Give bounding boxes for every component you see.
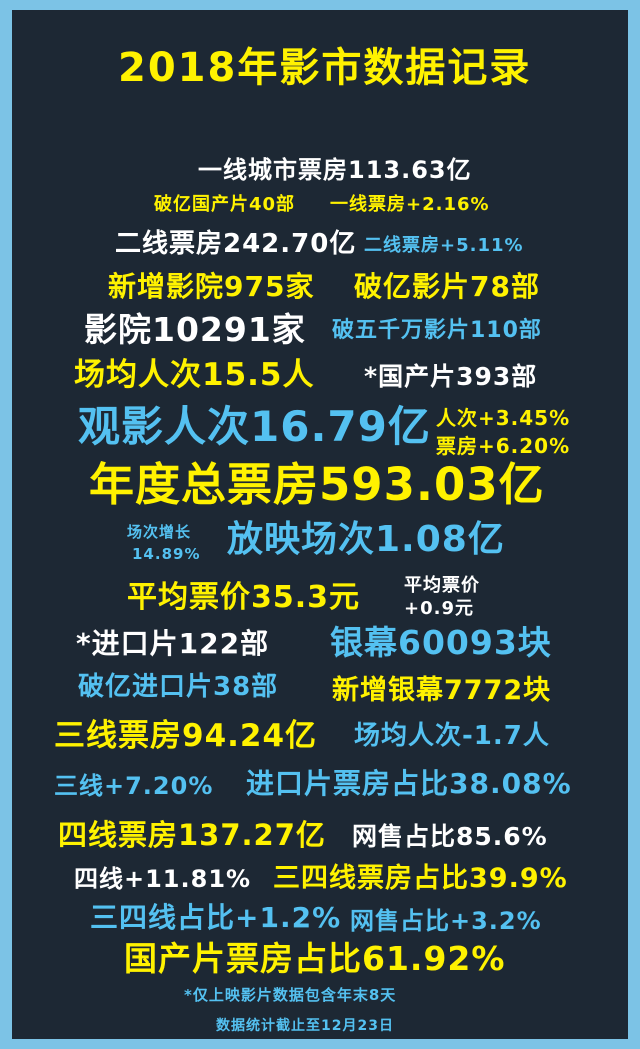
avg-attendance: 场均人次15.5人	[74, 357, 315, 393]
tier3-box-office: 三线票房94.24亿	[54, 718, 318, 754]
new-cinemas: 新增影院975家	[108, 270, 315, 303]
films-over-50m: 破五千万影片110部	[332, 318, 542, 343]
data-cutoff: 数据统计截止至12月23日	[216, 1018, 394, 1034]
tier1-box-office: 一线城市票房113.63亿	[198, 156, 472, 184]
tier34-share: 三四线票房占比39.9%	[273, 863, 568, 894]
imported-share: 进口片票房占比38.08%	[246, 767, 572, 800]
avg-ticket-price: 平均票价35.3元	[127, 580, 361, 615]
tier2-box-office: 二线票房242.70亿	[115, 229, 357, 259]
screens-total: 银幕60093块	[330, 623, 552, 662]
ticket-price-change-value: +0.9元	[404, 598, 474, 619]
admissions: 观影人次16.79亿	[78, 402, 431, 451]
imported-films: *进口片122部	[76, 627, 270, 660]
films-over-100m: 破亿影片78部	[354, 270, 540, 303]
attendance-change: 场均人次-1.7人	[354, 721, 550, 751]
new-screens: 新增银幕7772块	[332, 675, 552, 706]
infographic-poster: 2018年影市数据记录 一线城市票房113.63亿 破亿国产片40部 一线票房+…	[12, 10, 628, 1039]
admissions-growth: 人次+3.45%	[436, 406, 571, 430]
ticket-price-change-label: 平均票价	[404, 575, 480, 596]
box-office-growth: 票房+6.20%	[436, 434, 571, 458]
domestic-share: 国产片票房占比61.92%	[124, 939, 506, 978]
total-box-office: 年度总票房593.03亿	[89, 458, 545, 511]
imported-100m-films: 破亿进口片38部	[78, 672, 279, 702]
domestic-films: *国产片393部	[364, 362, 538, 391]
cinemas-total: 影院10291家	[84, 310, 306, 349]
online-share-growth: 网售占比+3.2%	[350, 907, 542, 935]
screenings-growth-value: 14.89%	[132, 545, 201, 563]
domestic-100m-films: 破亿国产片40部	[154, 194, 296, 215]
screenings-growth-label: 场次增长	[127, 523, 192, 541]
tier2-growth: 二线票房+5.11%	[364, 235, 524, 256]
online-share: 网售占比85.6%	[352, 822, 548, 851]
tier1-growth: 一线票房+2.16%	[330, 194, 490, 215]
tier4-box-office: 四线票房137.27亿	[58, 818, 326, 852]
tier4-growth: 四线+11.81%	[74, 865, 252, 893]
tier34-share-growth: 三四线占比+1.2%	[90, 901, 342, 934]
tier3-growth: 三线+7.20%	[54, 772, 214, 800]
footnote: *仅上映影片数据包含年末8天	[184, 986, 397, 1004]
screenings: 放映场次1.08亿	[227, 519, 505, 560]
page-title: 2018年影市数据记录	[118, 45, 532, 91]
